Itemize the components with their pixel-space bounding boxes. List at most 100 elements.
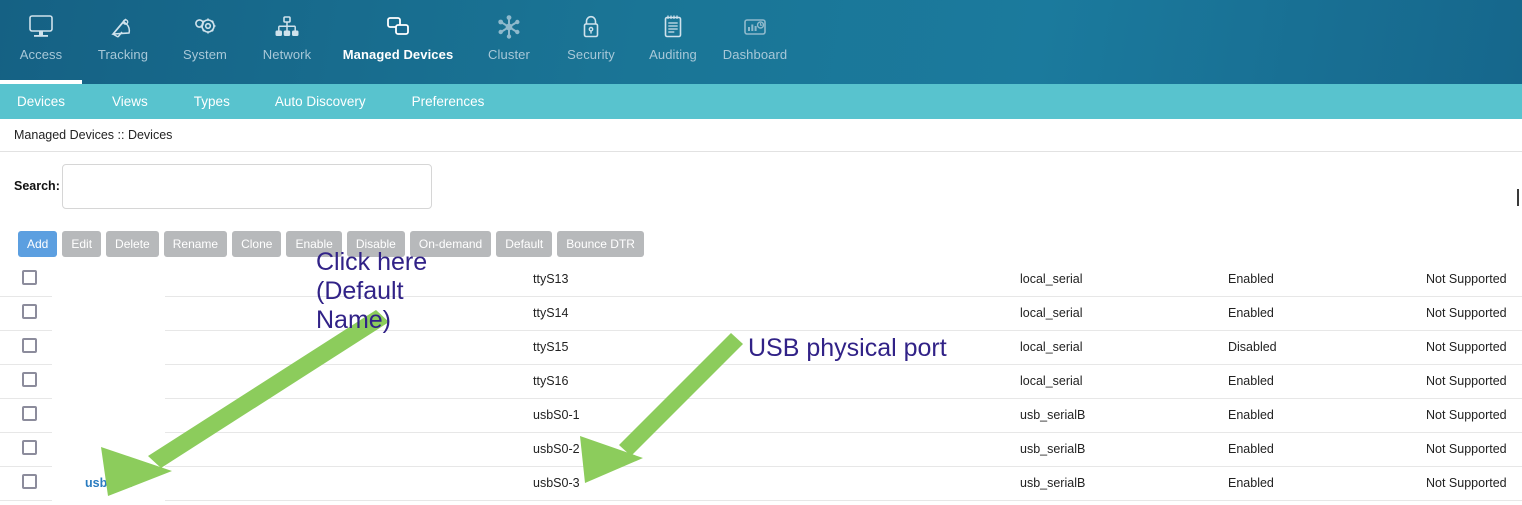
devices-table-wrapper: ttyS13 local_serial Enabled Not Supporte…	[0, 262, 1522, 501]
cell-power: Not Supported	[1426, 466, 1522, 501]
subnav-item-preferences[interactable]: Preferences	[412, 84, 485, 119]
cell-power: Not Supported	[1426, 296, 1522, 331]
nav-label-auditing: Auditing	[649, 47, 697, 62]
cell-power: Not Supported	[1426, 398, 1522, 433]
row-checkbox[interactable]	[22, 372, 37, 387]
cell-port: ttyS16	[533, 364, 1020, 399]
breadcrumb-bar: Managed Devices :: Devices	[0, 119, 1522, 152]
table-row[interactable]: usbS0-2 usb_serialB Enabled Not Supporte…	[0, 432, 1522, 467]
cell-alias	[165, 398, 533, 433]
nav-item-system[interactable]: System	[164, 0, 246, 84]
row-checkbox[interactable]	[22, 474, 37, 489]
nav-item-auditing[interactable]: Auditing	[632, 0, 714, 84]
cell-type: local_serial	[1020, 330, 1228, 365]
add-button[interactable]: Add	[18, 231, 58, 257]
nav-item-security[interactable]: Security	[550, 0, 632, 84]
table-row[interactable]: ttyS14 local_serial Enabled Not Supporte…	[0, 296, 1522, 331]
cell-alias	[165, 296, 533, 331]
cluster-nodes-icon	[494, 12, 524, 42]
action-toolbar: Add Edit Delete Rename Clone Enable Disa…	[0, 231, 1522, 257]
padlock-icon	[576, 12, 606, 42]
nav-item-access[interactable]: Access	[0, 0, 82, 84]
cell-port: usbS0-1	[533, 398, 1020, 433]
table-row[interactable]: usbS0-3 usbS0-3 usb_serialB Enabled Not …	[0, 466, 1522, 501]
nav-label-dashboard: Dashboard	[722, 47, 788, 62]
search-input[interactable]	[62, 163, 432, 209]
notepad-icon	[658, 12, 688, 42]
nav-item-network[interactable]: Network	[246, 0, 328, 84]
network-tree-icon	[272, 12, 302, 42]
row-checkbox[interactable]	[22, 338, 37, 353]
disable-button[interactable]: Disable	[346, 231, 405, 257]
default-button[interactable]: Default	[496, 231, 553, 257]
nav-item-cluster[interactable]: Cluster	[468, 0, 550, 84]
cell-status: Enabled	[1228, 466, 1426, 501]
cell-port: usbS0-2	[533, 432, 1020, 467]
cell-type: usb_serialB	[1020, 466, 1228, 501]
secondary-navigation: Devices Views Types Auto Discovery Prefe…	[0, 84, 1522, 119]
cell-status: Enabled	[1228, 364, 1426, 399]
nav-item-managed-devices[interactable]: Managed Devices	[328, 0, 468, 84]
nav-label-access: Access	[19, 47, 63, 62]
devices-table: ttyS13 local_serial Enabled Not Supporte…	[0, 262, 1522, 501]
search-label: Search:	[14, 179, 60, 193]
on-demand-button[interactable]: On-demand	[409, 231, 492, 257]
cell-status: Enabled	[1228, 296, 1426, 331]
row-checkbox[interactable]	[22, 440, 37, 455]
row-checkbox[interactable]	[22, 304, 37, 319]
table-row[interactable]: ttyS15 local_serial Disabled Not Support…	[0, 330, 1522, 365]
subnav-item-devices[interactable]: Devices	[17, 84, 65, 119]
row-checkbox[interactable]	[22, 269, 37, 285]
nav-label-system: System	[183, 47, 227, 62]
clone-button[interactable]: Clone	[232, 231, 282, 257]
dashboard-chart-icon	[740, 12, 770, 42]
cell-port: ttyS13	[533, 262, 1020, 297]
table-row[interactable]: ttyS16 local_serial Enabled Not Supporte…	[0, 364, 1522, 399]
nav-label-managed-devices: Managed Devices	[342, 47, 454, 62]
cell-alias	[165, 262, 533, 297]
nav-item-tracking[interactable]: Tracking	[82, 0, 164, 84]
table-row[interactable]: ttyS13 local_serial Enabled Not Supporte…	[0, 262, 1522, 297]
nav-item-dashboard[interactable]: Dashboard	[714, 0, 796, 84]
nav-label-security: Security	[567, 47, 615, 62]
cell-alias	[165, 330, 533, 365]
cell-type: local_serial	[1020, 364, 1228, 399]
cell-alias	[165, 466, 533, 501]
row-checkbox[interactable]	[22, 406, 37, 421]
cell-alias	[165, 364, 533, 399]
nav-label-network: Network	[262, 47, 312, 62]
bounce-dtr-button[interactable]: Bounce DTR	[557, 231, 644, 257]
subnav-item-views[interactable]: Views	[112, 84, 148, 119]
primary-navigation: Access Tracking System Network Managed D	[0, 0, 1522, 84]
breadcrumb: Managed Devices :: Devices	[14, 128, 173, 142]
device-name-link[interactable]: usbS0-3	[85, 476, 134, 490]
devices-table-body: ttyS13 local_serial Enabled Not Supporte…	[0, 262, 1522, 501]
cell-power: Not Supported	[1426, 262, 1522, 297]
cell-power: Not Supported	[1426, 364, 1522, 399]
satellite-dish-icon	[108, 12, 138, 42]
subnav-item-types[interactable]: Types	[194, 84, 230, 119]
enable-button[interactable]: Enable	[286, 231, 342, 257]
app-window: Access Tracking System Network Managed D	[0, 0, 1522, 505]
cell-type: usb_serialB	[1020, 432, 1228, 467]
right-edge-clipped-control[interactable]	[1517, 189, 1519, 206]
cell-port: usbS0-3	[533, 466, 1020, 501]
rename-button[interactable]: Rename	[163, 231, 228, 257]
cell-alias	[165, 432, 533, 467]
gears-icon	[190, 12, 220, 42]
monitor-icon	[26, 12, 56, 42]
subnav-item-auto-discovery[interactable]: Auto Discovery	[275, 84, 366, 119]
cell-type: local_serial	[1020, 296, 1228, 331]
cell-port: ttyS14	[533, 296, 1020, 331]
cell-status: Enabled	[1228, 262, 1426, 297]
table-row[interactable]: usbS0-1 usb_serialB Enabled Not Supporte…	[0, 398, 1522, 433]
edit-button[interactable]: Edit	[62, 231, 102, 257]
cell-status: Disabled	[1228, 330, 1426, 365]
devices-stack-icon	[383, 12, 413, 42]
cell-type: usb_serialB	[1020, 398, 1228, 433]
delete-button[interactable]: Delete	[106, 231, 159, 257]
nav-label-tracking: Tracking	[97, 47, 149, 62]
cell-status: Enabled	[1228, 432, 1426, 467]
cell-type: local_serial	[1020, 262, 1228, 297]
cell-port: ttyS15	[533, 330, 1020, 365]
